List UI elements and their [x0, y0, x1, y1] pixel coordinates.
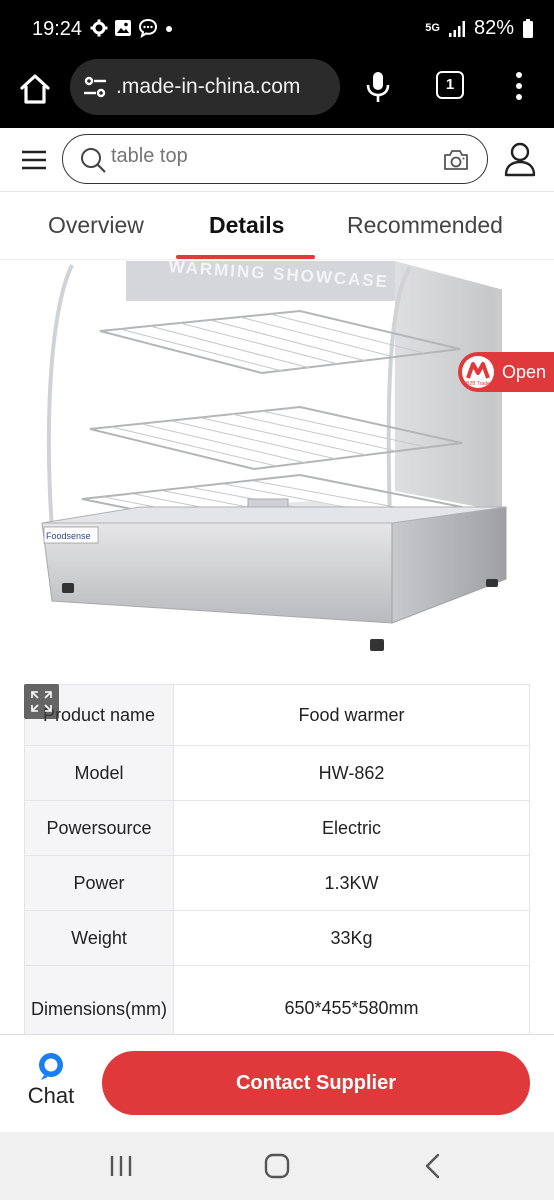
table-row: Powersource Electric: [23, 800, 530, 856]
status-bar: 19:24 5G 82%: [0, 0, 554, 58]
table-row: Power 1.3KW: [23, 855, 530, 911]
expand-icon: [31, 691, 52, 712]
hamburger-menu-icon[interactable]: [20, 148, 48, 172]
search-input[interactable]: [111, 145, 431, 168]
signal-icon: [448, 20, 465, 37]
search-icon: [81, 148, 106, 173]
camera-search-icon[interactable]: [443, 149, 469, 171]
chat-button[interactable]: Chat: [20, 1051, 82, 1115]
url-text[interactable]: .made-in-china.com: [116, 75, 300, 99]
brand-text: Foodsense: [46, 531, 91, 541]
active-tab-indicator: [176, 255, 315, 259]
status-right-icons: 5G 82%: [425, 17, 534, 40]
spec-key: Power: [23, 855, 175, 911]
spec-key: Powersource: [23, 800, 175, 856]
chat-bubble-icon: [39, 1053, 63, 1080]
tab-switcher-button[interactable]: 1: [436, 71, 464, 99]
expand-table-button[interactable]: [24, 684, 59, 719]
spec-value: 1.3KW: [173, 855, 530, 911]
spec-key: Model: [23, 745, 175, 801]
site-header: [0, 128, 554, 192]
product-spec-table: Product name Food warmer Model HW-862 Po…: [23, 684, 530, 1052]
search-box[interactable]: [62, 134, 488, 184]
dot-icon: [166, 26, 172, 32]
mic-icon[interactable]: [364, 70, 392, 104]
spec-value: 33Kg: [173, 910, 530, 966]
browser-toolbar: .made-in-china.com 1: [0, 58, 554, 128]
spec-value: Food warmer: [173, 684, 530, 746]
network-type: 5G: [425, 22, 440, 34]
spec-key: Weight: [23, 910, 175, 966]
battery-icon: [523, 18, 533, 38]
more-vertical-icon[interactable]: [510, 70, 528, 102]
food-warmer-illustration: WARMING SHOWCASE Foodsense: [41, 261, 507, 651]
open-badge-label[interactable]: Open: [502, 362, 546, 383]
spec-value: Electric: [173, 800, 530, 856]
open-logo-caption: B2B Trade: [466, 381, 490, 387]
product-image[interactable]: WARMING SHOWCASE Foodsense: [0, 261, 554, 661]
tab-overview[interactable]: Overview: [48, 212, 144, 239]
chat-label[interactable]: Chat: [20, 1083, 82, 1109]
page: 19:24 5G 82% .made-in-china.com 1 table …: [0, 0, 554, 1200]
site-settings-icon[interactable]: [82, 75, 108, 99]
gallery-icon: [115, 20, 131, 36]
recent-apps-icon[interactable]: [106, 1152, 136, 1180]
section-tabs: Overview Details Recommended: [0, 192, 554, 260]
open-app-badge[interactable]: B2B Trade Open: [458, 352, 554, 392]
gear-icon: [90, 19, 108, 37]
address-bar[interactable]: .made-in-china.com: [70, 59, 340, 115]
status-notification-icons: [90, 18, 174, 38]
system-nav-bar: [0, 1132, 554, 1200]
m-logo-icon: B2B Trade: [462, 356, 494, 388]
user-account-icon[interactable]: [503, 141, 537, 177]
table-row: Product name Food warmer: [23, 684, 530, 746]
status-time: 19:24: [32, 18, 83, 40]
back-icon[interactable]: [418, 1152, 448, 1180]
bottom-action-bar: Chat Contact Supplier: [0, 1034, 554, 1132]
contact-supplier-button[interactable]: Contact Supplier: [102, 1051, 530, 1115]
home-nav-icon[interactable]: [262, 1152, 292, 1180]
battery-percent: 82%: [473, 17, 514, 39]
table-row: Weight 33Kg: [23, 910, 530, 966]
tab-details[interactable]: Details: [209, 212, 284, 239]
tab-recommended[interactable]: Recommended: [347, 212, 503, 239]
spec-value: HW-862: [173, 745, 530, 801]
home-icon[interactable]: [18, 72, 52, 106]
message-icon: [138, 18, 158, 38]
table-row: Model HW-862: [23, 745, 530, 801]
